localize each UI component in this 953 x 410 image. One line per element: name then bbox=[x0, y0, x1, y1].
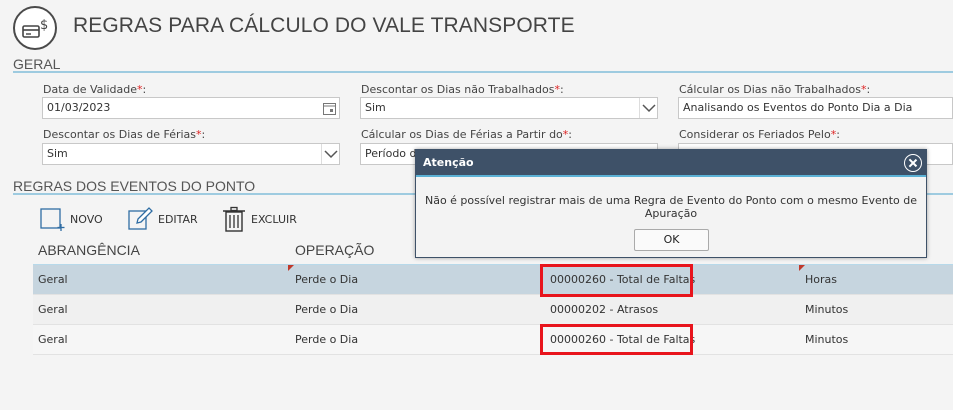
highlight-box bbox=[540, 324, 693, 355]
novo-button[interactable]: NOVO bbox=[40, 204, 103, 234]
descontar-dias-ferias-select[interactable]: Sim bbox=[42, 143, 340, 165]
chevron-down-icon[interactable] bbox=[639, 98, 657, 118]
section-title-regras: REGRAS DOS EVENTOS DO PONTO bbox=[13, 178, 256, 194]
data-validade-input[interactable]: 01/03/2023 bbox=[42, 97, 340, 119]
cell-unidade: Minutos bbox=[805, 333, 849, 346]
page-title: REGRAS PARA CÁLCULO DO VALE TRANSPORTE bbox=[73, 14, 575, 37]
data-validade-label: Data de Validade*: bbox=[43, 83, 147, 96]
dialog-header: Atenção bbox=[416, 150, 926, 177]
excluir-label: EXCLUIR bbox=[251, 212, 297, 226]
close-icon[interactable] bbox=[904, 154, 922, 172]
svg-text:$: $ bbox=[40, 18, 48, 33]
editar-label: EDITAR bbox=[158, 212, 198, 226]
calcular-dias-ferias-label: Cálcular os Dias de Férias a Partir do*: bbox=[361, 128, 573, 141]
descontar-dias-ferias-label: Descontar os Dias de Férias*: bbox=[43, 128, 206, 141]
transport-voucher-icon: $ bbox=[13, 6, 57, 50]
column-header-abrangencia[interactable]: ABRANGÊNCIA bbox=[38, 242, 140, 258]
section-divider bbox=[13, 71, 953, 73]
cell-abrangencia: Geral bbox=[38, 303, 68, 316]
alert-dialog: Atenção Não é possível registrar mais de… bbox=[415, 149, 927, 258]
table-row[interactable]: Geral Perde o Dia 00000202 - Atrasos Min… bbox=[33, 295, 953, 325]
excluir-button[interactable]: EXCLUIR bbox=[221, 204, 297, 234]
table-row[interactable]: Geral Perde o Dia 00000260 - Total de Fa… bbox=[33, 265, 953, 295]
table-row[interactable]: Geral Perde o Dia 00000260 - Total de Fa… bbox=[33, 325, 953, 355]
new-document-icon bbox=[40, 206, 66, 232]
cell-evento: 00000202 - Atrasos bbox=[550, 303, 659, 316]
descontar-dias-nao-trabalhados-select[interactable]: Sim bbox=[360, 97, 658, 119]
highlight-box bbox=[540, 264, 693, 297]
cell-operacao: Perde o Dia bbox=[295, 333, 359, 346]
novo-label: NOVO bbox=[70, 212, 103, 226]
column-header-operacao[interactable]: OPERAÇÃO bbox=[295, 242, 374, 258]
dialog-title: Atenção bbox=[423, 156, 474, 169]
section-title-geral: GERAL bbox=[13, 56, 61, 72]
considerar-feriados-label: Considerar os Feriados Pelo*: bbox=[679, 128, 840, 141]
edited-flag-icon bbox=[288, 265, 294, 271]
descontar-dias-nao-trabalhados-label: Descontar os Dias não Trabalhados*: bbox=[361, 83, 564, 96]
ok-button[interactable]: OK bbox=[634, 229, 709, 251]
dialog-message: Não é possível registrar mais de uma Reg… bbox=[424, 194, 918, 220]
cell-unidade: Horas bbox=[805, 273, 837, 286]
trash-icon bbox=[221, 206, 247, 232]
cell-abrangencia: Geral bbox=[38, 273, 68, 286]
editar-button[interactable]: EDITAR bbox=[128, 204, 198, 234]
chevron-down-icon[interactable] bbox=[321, 144, 339, 164]
edit-pencil-icon bbox=[128, 206, 154, 232]
cell-operacao: Perde o Dia bbox=[295, 303, 359, 316]
cell-operacao: Perde o Dia bbox=[295, 273, 359, 286]
calendar-icon[interactable] bbox=[323, 102, 336, 115]
calcular-dias-nao-trabalhados-label: Cálcular os Dias não Trabalhados*: bbox=[679, 83, 871, 96]
page-header: $ REGRAS PARA CÁLCULO DO VALE TRANSPORTE bbox=[0, 0, 953, 52]
cell-abrangencia: Geral bbox=[38, 333, 68, 346]
calcular-dias-nao-trabalhados-select[interactable]: Analisando os Eventos do Ponto Dia a Dia bbox=[678, 97, 953, 119]
cell-unidade: Minutos bbox=[805, 303, 849, 316]
